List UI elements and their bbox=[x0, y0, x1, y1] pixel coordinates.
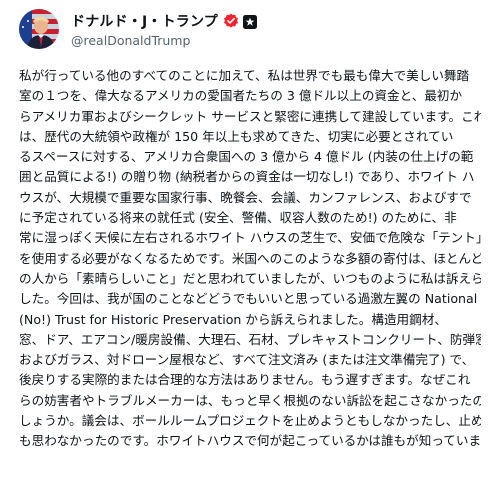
post-text-line: らアメリカ軍およびシークレット サービスと緊密に連携して建設しています。これ bbox=[19, 108, 481, 124]
author-handle[interactable]: @realDonaldTrump bbox=[71, 33, 190, 48]
post-header: ドナルド・J・トランプ @realDonaldTrump bbox=[15, 6, 485, 50]
post-text: 私が行っている他のすべてのことに加えて、私は世界でも最も偉大で美しい舞踏 室の１… bbox=[19, 66, 481, 452]
post-text-line: も思わなかったのです。ホワイトハウスで何が起こっているかは誰もが知っていまし bbox=[19, 433, 481, 449]
post-text-line: るスペースに対する、アメリカ合衆国への 3 億から 4 億ドル (内装の仕上げの… bbox=[19, 149, 474, 165]
post-text-line: 常に湿っぽく天候に左右されるホワイト ハウスの芝生で、安価で危険な「テント」 bbox=[19, 230, 481, 246]
post-text-line: 窓、ドア、エアコン/暖房設備、大理石、石材、プレキャストコンクリート、防弾窓 bbox=[19, 331, 481, 347]
post-text-line: 囲と品質による!) の贈り物 (納税者からの資金は一切なし!) であり、ホワイト… bbox=[19, 169, 475, 185]
post-text-line: に予定されている将来の就任式 (安全、警備、収容人数のため!) のために、非 bbox=[19, 210, 457, 226]
post-text-line: およびガラス、対ドローン屋根など、すべて注文済み (または注文準備完了) で、 bbox=[19, 352, 475, 368]
post-text-line: した。今回は、我が国のことなどどうでもいいと思っている過激左翼の Nationa… bbox=[19, 291, 478, 307]
author-name-row: ドナルド・J・トランプ bbox=[71, 11, 257, 31]
post-text-line: は、歴代の大統領や政権が 150 年以上も求めてきた、切実に必要とされてい bbox=[19, 128, 454, 144]
post-text-line: 室の１つを、偉大なるアメリカの愛国者たちの 3 億ドル以上の資金と、最初か bbox=[19, 88, 463, 104]
post-text-line: 私が行っている他のすべてのことに加えて、私は世界でも最も偉大で美しい舞踏 bbox=[19, 68, 470, 83]
author-display-name[interactable]: ドナルド・J・トランプ bbox=[71, 11, 218, 31]
avatar-image bbox=[19, 9, 59, 49]
post-text-line: しょうか。議会は、ボールルームプロジェクトを止めようともしなかったし、止めたいと bbox=[19, 413, 481, 429]
post-text-line: ウスが、大規模で重要な国家行事、晩餐会、会議、カンファレンス、およびすで bbox=[19, 189, 472, 205]
post-text-line: らの妨害者やトラブルメーカーは、もっと早く根拠のない訴訟を起こさなかったので bbox=[19, 392, 481, 408]
post-text-line: の人から「素晴らしいこと」だと思われていましたが、いつものように私は訴えられま bbox=[19, 270, 481, 286]
verified-badge-icon[interactable] bbox=[223, 13, 239, 29]
government-affiliation-icon[interactable] bbox=[243, 14, 257, 29]
post-text-line: 後戻りする実際的または合理的な方法はありません。もう遅すぎます。なぜこれ bbox=[19, 372, 471, 388]
post-text-line: を使用する必要がなくなるためです。米国へのこのような多額の寄付は、ほとんど bbox=[19, 250, 481, 266]
post-text-line: (No!) Trust for Historic Preservation から… bbox=[19, 311, 447, 327]
avatar[interactable] bbox=[19, 9, 59, 49]
